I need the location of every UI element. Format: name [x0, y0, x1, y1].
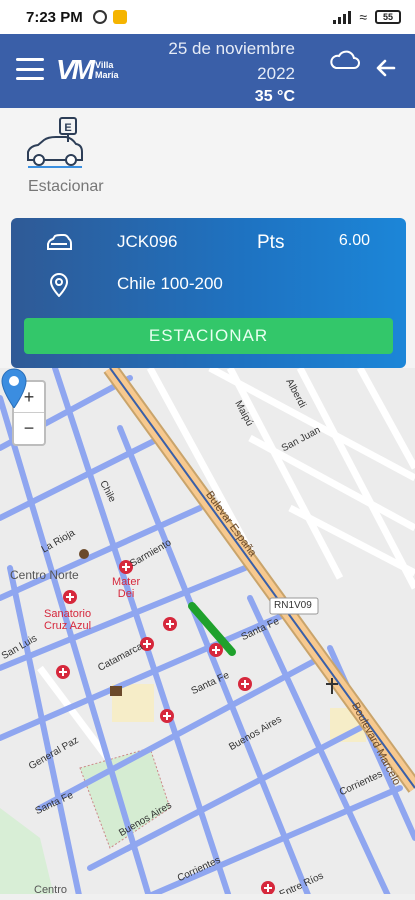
menu-button[interactable]	[16, 58, 44, 80]
hamburger-icon	[16, 58, 44, 61]
license-plate: JCK096	[117, 232, 178, 251]
map-label-sanatorio: Sanatorio Cruz Azul	[44, 608, 92, 632]
map-label-mater-dei: Mater Dei	[112, 576, 141, 600]
car-icon	[47, 234, 72, 250]
map-label-route: RN1V09	[274, 600, 312, 611]
alarm-icon	[92, 10, 107, 24]
location-pin-icon	[49, 273, 69, 297]
estacionar-button[interactable]: ESTACIONAR	[24, 318, 393, 354]
points-label: Pts	[257, 232, 285, 253]
vehicle-row: JCK096 Pts 6.00	[11, 228, 406, 258]
cloud-icon	[330, 50, 360, 69]
app-header: VM Villa María 25 de noviembre 2022 35 °C	[0, 34, 415, 108]
points-value: 6.00	[338, 232, 370, 249]
temperature: 35 °C	[254, 88, 295, 105]
back-button[interactable]	[374, 56, 398, 80]
status-time: 7:23 PM	[26, 8, 83, 26]
app-notification-icon	[112, 10, 127, 24]
wifi-icon: ≈	[359, 9, 367, 25]
map-view[interactable]: + − Centro Norte Mater Dei Sanatorio Cruz …	[0, 368, 415, 900]
battery-icon: 55	[375, 10, 401, 24]
map-label-centro-norte: Centro Norte	[10, 568, 79, 582]
zoom-out-button[interactable]: −	[14, 413, 44, 444]
parking-card: JCK096 Pts 6.00 Chile 100-200 ESTACIONAR	[11, 218, 406, 368]
status-notifications	[92, 10, 127, 24]
status-bar: 7:23 PM ≈ 55	[0, 0, 415, 34]
map-canvas[interactable]	[0, 368, 415, 900]
date-day: 25 de noviembre	[168, 39, 295, 58]
museum-icon	[110, 686, 122, 696]
date-year: 2022	[257, 64, 295, 83]
logo-text: Villa María	[95, 60, 119, 80]
estacionar-action[interactable]: E Estacionar	[22, 116, 122, 204]
bottom-bar	[0, 894, 415, 900]
car-parking-icon: E	[27, 117, 83, 168]
estacionar-label: Estacionar	[28, 178, 104, 195]
logo-mark-icon: VM	[56, 54, 95, 85]
status-system-icons: ≈ 55	[333, 9, 401, 25]
address-row: Chile 100-200	[11, 270, 406, 300]
person-marker-icon	[79, 549, 89, 559]
app-logo: VM Villa María	[56, 54, 119, 86]
location-pin-marker-icon[interactable]	[0, 368, 28, 408]
parking-address: Chile 100-200	[117, 274, 223, 293]
signal-icon	[333, 10, 352, 24]
date-weather: 25 de noviembre 2022 35 °C	[168, 36, 295, 108]
svg-text:E: E	[64, 122, 71, 134]
